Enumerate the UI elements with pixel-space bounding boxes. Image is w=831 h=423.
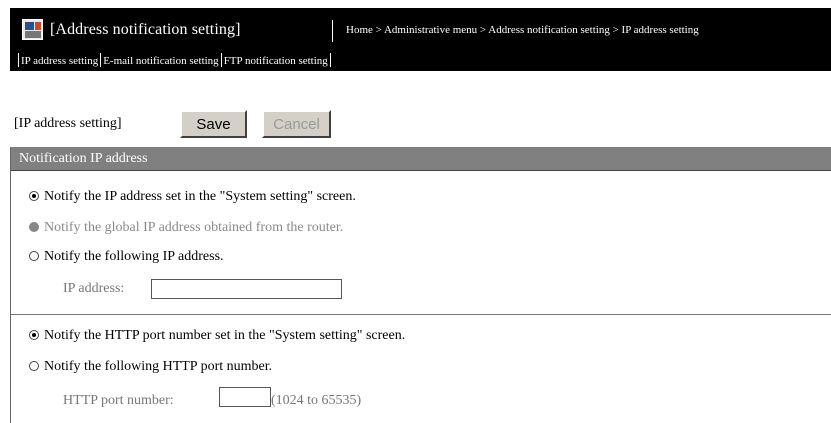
- http-port-input[interactable]: [219, 387, 271, 407]
- radio-selected-icon[interactable]: [29, 191, 39, 201]
- radio-icon[interactable]: [29, 361, 39, 371]
- option-label: Notify the HTTP port number set in the "…: [44, 328, 406, 343]
- app-icon: [22, 19, 43, 40]
- radio-icon[interactable]: [29, 251, 39, 261]
- option-global-ip: Notify the global IP address obtained fr…: [29, 220, 343, 236]
- tab-ftp-notification-setting[interactable]: FTP notification setting: [224, 55, 328, 67]
- option-system-ip[interactable]: Notify the IP address set in the "System…: [29, 189, 356, 205]
- option-system-http-port[interactable]: Notify the HTTP port number set in the "…: [29, 328, 405, 344]
- nav-divider: [18, 53, 19, 67]
- radio-disabled-icon: [29, 222, 39, 232]
- option-following-http-port[interactable]: Notify the following HTTP port number.: [29, 359, 272, 375]
- option-label: Notify the following IP address.: [44, 249, 224, 264]
- ip-address-input[interactable]: [151, 279, 342, 299]
- panel-header: Notification IP address: [11, 147, 831, 171]
- section-divider: [11, 314, 831, 315]
- nav-divider: [329, 53, 331, 67]
- header-bar: [Address notification setting] Home > Ad…: [10, 8, 831, 52]
- option-label: Notify the IP address set in the "System…: [44, 189, 356, 204]
- ip-address-label: IP address:: [63, 281, 125, 296]
- nav-divider: [100, 53, 102, 67]
- http-port-label: HTTP port number:: [63, 393, 174, 408]
- radio-selected-icon[interactable]: [29, 330, 39, 340]
- sub-navigation: IP address setting E-mail notification se…: [10, 52, 831, 71]
- tab-email-notification-setting[interactable]: E-mail notification setting: [103, 55, 218, 67]
- nav-divider: [220, 53, 222, 67]
- breadcrumb: Home > Administrative menu > Address not…: [346, 24, 699, 36]
- section-label: [IP address setting]: [14, 116, 122, 131]
- page-title: [Address notification setting]: [50, 21, 241, 38]
- option-label: Notify the global IP address obtained fr…: [44, 220, 344, 235]
- save-button[interactable]: Save: [180, 110, 247, 138]
- settings-panel: Notification IP address Notify the IP ad…: [10, 147, 831, 423]
- port-range-hint: (1024 to 65535): [271, 393, 362, 408]
- option-label: Notify the following HTTP port number.: [44, 359, 273, 374]
- option-following-ip[interactable]: Notify the following IP address.: [29, 249, 224, 265]
- cancel-button[interactable]: Cancel: [262, 110, 331, 138]
- tab-ip-address-setting[interactable]: IP address setting: [21, 55, 98, 67]
- header-divider: [332, 20, 333, 42]
